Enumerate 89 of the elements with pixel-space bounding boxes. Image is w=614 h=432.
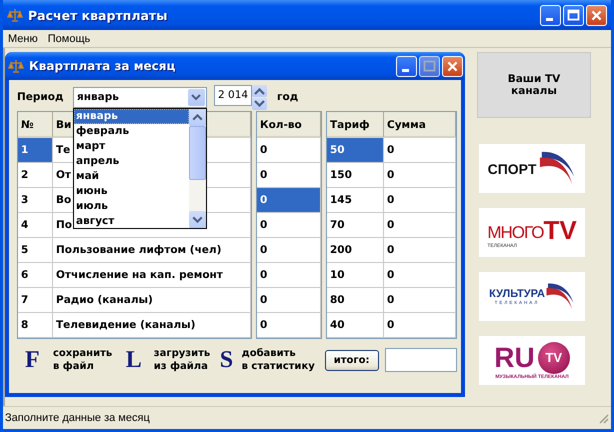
table-cell[interactable]: 40 [330,313,345,337]
table-cell[interactable]: 0 [260,163,268,187]
column-header[interactable]: Кол-во [257,112,321,138]
total-button[interactable]: итого: [324,350,379,370]
table-cell[interactable]: 0 [387,213,394,237]
table-cell[interactable]: Пользование лифтом (чел) [56,238,222,262]
table-cell[interactable]: По [56,213,72,237]
table-cell[interactable]: 0 [387,163,394,187]
column-header[interactable]: № [18,112,53,138]
scrollbar[interactable] [189,108,206,228]
status-text: Заполните данные за месяц [5,412,150,424]
table-cell[interactable]: Радио (каналы) [56,288,153,312]
month-dropdown[interactable]: январь [73,86,207,108]
table-cell[interactable]: 0 [260,188,268,212]
month-option[interactable]: март [74,138,189,154]
table-cell[interactable]: 0 [387,313,394,337]
year-label: год [277,91,298,103]
table-cell[interactable]: 0 [387,138,394,162]
resize-grip-icon[interactable] [597,412,609,424]
logo-text: МНОГО [487,222,544,242]
logo-text: TV [543,216,577,242]
table-cell[interactable]: Телевидение (каналы) [56,313,196,337]
table-cell[interactable]: 0 [260,238,268,262]
logo-text: RU [494,342,535,372]
table-cell[interactable]: 0 [260,138,268,162]
table-cell[interactable]: 150 [330,163,352,187]
table-cell[interactable]: 0 [260,288,268,312]
table-cell[interactable]: 7 [21,288,28,312]
table-cell[interactable]: 0 [260,263,268,287]
table-cell[interactable]: 0 [387,288,394,312]
action-label: добавить [242,347,297,360]
action-label: в статистику [242,360,315,373]
spin-buttons[interactable] [252,84,267,110]
month-option[interactable]: август [74,214,189,228]
logo-text: TV [538,342,570,374]
month-option[interactable]: июль [74,198,189,214]
table-cell[interactable]: 0 [387,238,394,262]
total-field[interactable] [384,348,457,372]
minimize-icon [402,68,409,72]
table-cell[interactable]: 5 [21,238,28,262]
scales-icon [8,58,24,74]
key-letter: S [220,346,234,374]
month-option[interactable]: февраль [74,124,189,138]
minimize-icon [546,18,553,20]
table-cell[interactable]: 8 [21,313,28,337]
menu-item[interactable]: Меню [8,32,38,44]
action-label: сохранить [53,347,112,360]
window-title: Квартплата за месяц [29,59,176,73]
logo-text: СПОРТ [488,160,536,176]
table-cell[interactable]: Отчисление на кап. ремонт [56,263,223,287]
table-cell[interactable]: 0 [387,188,394,212]
close-button[interactable] [442,56,463,76]
table-cell[interactable]: Во [56,188,72,212]
table-cell[interactable]: 3 [21,188,28,212]
table-cell[interactable]: 2 [21,163,28,187]
table-cell[interactable]: От [56,163,72,187]
table-cell[interactable]: 0 [387,263,394,287]
key-letter: L [126,346,143,374]
table-cell[interactable]: 6 [21,263,28,287]
menu-item[interactable]: Помощь [48,32,90,44]
action-label: в файл [53,360,95,373]
table-cell[interactable]: 0 [260,313,268,337]
table-cell[interactable]: 0 [260,213,268,237]
channels-button[interactable]: Ваши TV каналы [477,52,591,118]
window-title: Расчет квартплаты [28,8,168,22]
table-cell[interactable]: Те [56,138,70,162]
table-cell[interactable]: 70 [330,213,345,237]
month-option[interactable]: июнь [74,184,189,198]
month-option[interactable]: апрель [74,154,189,168]
table-cell[interactable]: 4 [21,213,28,237]
key-letter: F [25,346,41,374]
action-label: из файла [154,360,209,373]
column-header[interactable]: Сумма [384,112,456,138]
month-option[interactable]: май [74,168,189,184]
year-field[interactable]: 2 014 [214,84,252,106]
close-button[interactable] [586,4,607,26]
scales-icon [7,7,23,23]
column-header[interactable]: Тариф [327,112,384,138]
minimize-button[interactable] [540,4,561,26]
table-cell[interactable]: 10 [330,263,345,287]
month-option[interactable]: январь [74,108,189,124]
table-cell[interactable]: 80 [330,288,345,312]
action-label: загрузить [154,347,210,360]
minimize-button[interactable] [396,56,417,76]
table-cell[interactable]: 145 [330,188,352,212]
table-cell[interactable]: 200 [330,238,352,262]
logo-text: КУЛЬТУРА [489,288,545,300]
maximize-button[interactable] [419,56,440,76]
period-label: Период [17,91,64,103]
